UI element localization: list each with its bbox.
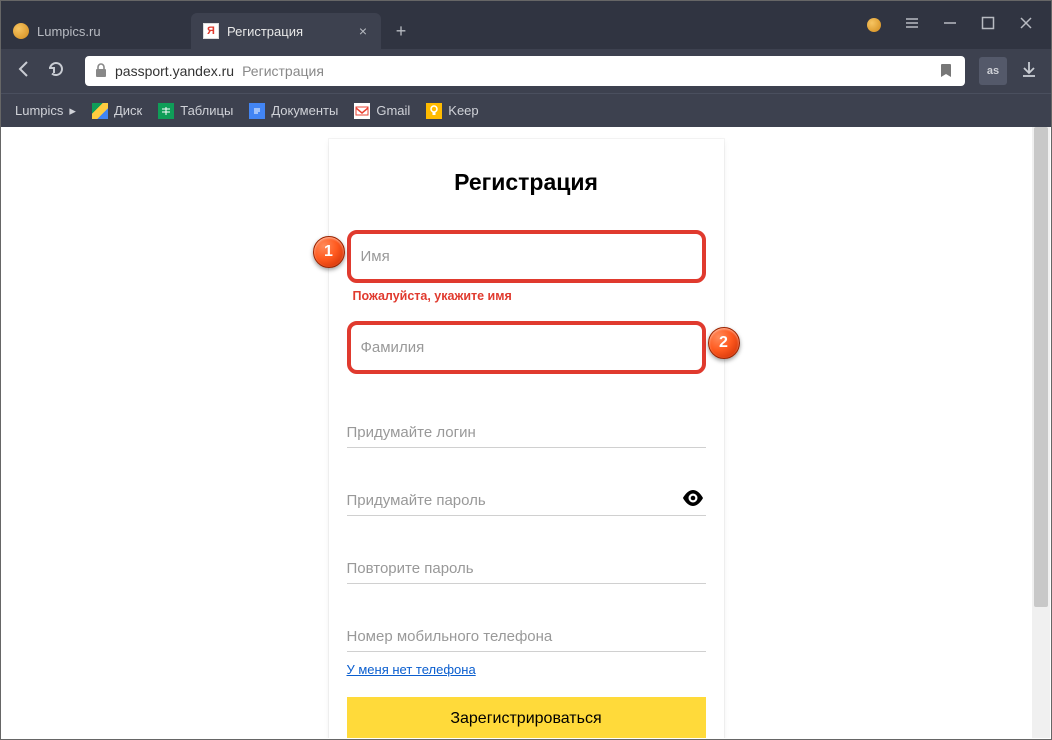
tab-registration[interactable]: Я Регистрация × xyxy=(191,13,381,49)
bookmark-label: Таблицы xyxy=(180,103,233,118)
bookmarks-bar: Lumpics ▸ Диск Таблицы Документы Gmail K… xyxy=(1,93,1051,127)
password-repeat-input[interactable] xyxy=(347,554,706,584)
maximize-icon[interactable] xyxy=(981,16,995,35)
tab-lumpics[interactable]: Lumpics.ru xyxy=(1,13,191,49)
menu-icon[interactable] xyxy=(905,16,919,35)
bookmark-label: Keep xyxy=(448,103,478,118)
reload-button[interactable] xyxy=(47,60,65,83)
drive-icon xyxy=(92,103,108,119)
extension-lastfm-icon[interactable]: as xyxy=(979,57,1007,85)
keep-icon xyxy=(426,103,442,119)
page-content: Регистрация 1 Пожалуйста, укажите имя 2 xyxy=(2,127,1050,738)
first-name-error: Пожалуйста, укажите имя xyxy=(347,289,706,303)
submit-button[interactable]: Зарегистрироваться xyxy=(347,697,706,738)
bookmarks-menu-label: Lumpics xyxy=(15,103,63,118)
minimize-icon[interactable] xyxy=(943,16,957,35)
back-button[interactable] xyxy=(15,60,33,83)
new-tab-button[interactable]: + xyxy=(385,13,417,49)
bookmarks-menu[interactable]: Lumpics ▸ xyxy=(15,103,76,119)
no-phone-link[interactable]: У меня нет телефона xyxy=(347,662,476,677)
chevron-down-icon: ▸ xyxy=(69,103,76,119)
last-name-field-wrap: 2 xyxy=(347,321,706,374)
close-window-icon[interactable] xyxy=(1019,16,1033,35)
password-field xyxy=(347,486,706,516)
login-input[interactable] xyxy=(347,418,706,448)
bookmark-keep[interactable]: Keep xyxy=(426,103,478,119)
close-tab-icon[interactable]: × xyxy=(359,24,367,38)
window-controls xyxy=(849,1,1051,49)
scrollbar-thumb[interactable] xyxy=(1034,127,1048,607)
password-repeat-field xyxy=(347,554,706,584)
tab-label: Регистрация xyxy=(227,24,303,39)
bookmark-label: Gmail xyxy=(376,103,410,118)
address-bar: passport.yandex.ru Регистрация as xyxy=(1,49,1051,93)
sheets-icon xyxy=(158,103,174,119)
url-host: passport.yandex.ru xyxy=(115,63,234,79)
gmail-icon xyxy=(354,103,370,119)
bookmark-sheets[interactable]: Таблицы xyxy=(158,103,233,119)
docs-icon xyxy=(249,103,265,119)
show-password-icon[interactable] xyxy=(682,490,704,511)
tab-label: Lumpics.ru xyxy=(37,24,101,39)
profile-dot-icon[interactable] xyxy=(867,18,881,32)
first-name-input[interactable] xyxy=(361,242,692,271)
bookmark-star-icon[interactable] xyxy=(939,62,955,81)
url-box[interactable]: passport.yandex.ru Регистрация xyxy=(85,56,965,86)
password-input[interactable] xyxy=(347,486,706,516)
bookmark-label: Диск xyxy=(114,103,142,118)
titlebar: Lumpics.ru Я Регистрация × + xyxy=(1,1,1051,49)
registration-card: Регистрация 1 Пожалуйста, укажите имя 2 xyxy=(329,139,724,738)
last-name-box xyxy=(347,321,706,374)
bookmark-docs[interactable]: Документы xyxy=(249,103,338,119)
login-field xyxy=(347,418,706,448)
lock-icon xyxy=(95,63,107,80)
first-name-box xyxy=(347,230,706,283)
lumpics-favicon xyxy=(13,23,29,39)
url-path: Регистрация xyxy=(242,63,324,79)
yandex-favicon: Я xyxy=(203,23,219,39)
phone-input[interactable] xyxy=(347,622,706,652)
bookmark-gmail[interactable]: Gmail xyxy=(354,103,410,119)
bookmark-label: Документы xyxy=(271,103,338,118)
downloads-icon[interactable] xyxy=(1021,61,1037,82)
last-name-input[interactable] xyxy=(361,333,692,362)
scrollbar[interactable] xyxy=(1032,127,1050,738)
callout-badge-1: 1 xyxy=(313,236,345,268)
callout-badge-2: 2 xyxy=(708,327,740,359)
first-name-field-wrap: 1 Пожалуйста, укажите имя xyxy=(347,230,706,303)
bookmark-drive[interactable]: Диск xyxy=(92,103,142,119)
phone-field xyxy=(347,622,706,652)
page-title: Регистрация xyxy=(347,169,706,196)
